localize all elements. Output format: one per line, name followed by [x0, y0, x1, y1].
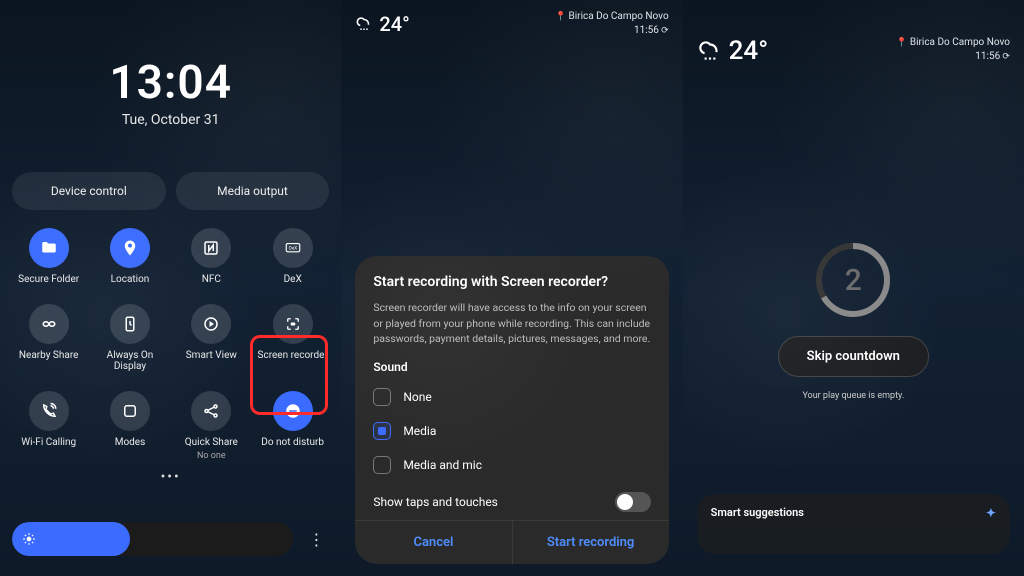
- svg-text:DeX: DeX: [289, 246, 297, 252]
- tile-label: Nearby Share: [19, 350, 79, 362]
- taps-toggle[interactable]: [615, 492, 651, 512]
- tile-do-not-disturb[interactable]: Do not disturb: [256, 391, 329, 462]
- modes-icon: [121, 402, 139, 420]
- tile-label: DeX: [284, 274, 302, 286]
- tile-label: Screen recorder: [258, 350, 328, 362]
- taps-toggle-label: Show taps and touches: [373, 495, 498, 509]
- tile-label: Always On Display: [93, 350, 166, 373]
- more-menu-button[interactable]: ⋮: [303, 526, 329, 552]
- queue-empty-label: Your play queue is empty.: [802, 391, 904, 401]
- tile-sublabel: No one: [197, 451, 226, 461]
- skip-countdown-button[interactable]: Skip countdown: [778, 336, 929, 377]
- tile-label: Do not disturb: [261, 437, 324, 449]
- card-title: Smart suggestions: [711, 506, 804, 520]
- progress-ring-icon: [813, 240, 893, 320]
- sound-option-media[interactable]: Media: [373, 414, 650, 448]
- clock-time: 13:04: [0, 56, 341, 110]
- location-city: Birica Do Campo Novo: [896, 36, 1010, 50]
- start-recording-button[interactable]: Start recording: [513, 521, 669, 564]
- location-time: 11:56: [555, 24, 669, 38]
- tile-smart-view[interactable]: Smart View: [175, 304, 248, 373]
- sound-section-label: Sound: [373, 360, 650, 374]
- radio-selected-icon: [373, 422, 391, 440]
- tile-label: Quick Share: [185, 437, 238, 449]
- tile-label: Wi-Fi Calling: [21, 437, 76, 449]
- location-city: Birica Do Campo Novo: [555, 10, 669, 24]
- tile-label: NFC: [202, 274, 221, 286]
- tile-dex[interactable]: DeX DeX: [256, 228, 329, 286]
- phone-countdown: 24° Birica Do Campo Novo 11:56 2 Skip co…: [683, 0, 1024, 576]
- phone-quick-settings: 13:04 Tue, October 31 Device control Med…: [0, 0, 341, 576]
- tile-label: Modes: [115, 437, 146, 449]
- cloud-rain-icon: [355, 15, 373, 33]
- cancel-button[interactable]: Cancel: [355, 521, 511, 564]
- quick-share-icon: [202, 402, 220, 420]
- smart-view-icon: [202, 315, 220, 333]
- sparkle-icon: ✦: [986, 506, 996, 520]
- page-indicator: •••: [0, 469, 341, 485]
- do-not-disturb-icon: [284, 402, 302, 420]
- location-pin-icon: [121, 239, 139, 257]
- tile-modes[interactable]: Modes: [93, 391, 166, 462]
- brightness-slider[interactable]: [12, 522, 293, 556]
- phone-recorder-dialog: 24° Birica Do Campo Novo 11:56 Start rec…: [341, 0, 682, 576]
- always-on-display-icon: [121, 315, 139, 333]
- tile-quick-share[interactable]: Quick Share No one: [175, 391, 248, 462]
- weather-widget[interactable]: 24°: [355, 10, 409, 37]
- weather-widget[interactable]: 24°: [697, 36, 769, 66]
- nfc-icon: [202, 239, 220, 257]
- wifi-calling-icon: [40, 402, 58, 420]
- tile-secure-folder[interactable]: Secure Folder: [12, 228, 85, 286]
- clock: 13:04 Tue, October 31: [0, 56, 341, 128]
- countdown-ring: 2: [813, 240, 893, 320]
- sound-option-none[interactable]: None: [373, 380, 650, 414]
- nearby-share-icon: [40, 315, 58, 333]
- option-label: Media: [403, 424, 436, 438]
- option-label: Media and mic: [403, 458, 482, 472]
- tile-screen-recorder[interactable]: Screen recorder: [256, 304, 329, 373]
- tile-label: Location: [111, 274, 150, 286]
- media-output-button[interactable]: Media output: [176, 172, 330, 210]
- tile-location[interactable]: Location: [93, 228, 166, 286]
- cloud-rain-icon: [697, 38, 723, 64]
- tile-always-on-display[interactable]: Always On Display: [93, 304, 166, 373]
- quick-settings-grid: Secure Folder Location NFC DeX DeX Nearb…: [0, 210, 341, 467]
- dialog-body: Screen recorder will have access to the …: [373, 300, 650, 346]
- location-time: 11:56: [896, 50, 1010, 64]
- folder-icon: [40, 239, 58, 257]
- clock-date: Tue, October 31: [0, 112, 341, 128]
- tile-label: Smart View: [186, 350, 237, 362]
- sound-option-media-mic[interactable]: Media and mic: [373, 448, 650, 482]
- tile-wifi-calling[interactable]: Wi-Fi Calling: [12, 391, 85, 462]
- tile-nfc[interactable]: NFC: [175, 228, 248, 286]
- dex-icon: DeX: [284, 239, 302, 257]
- tile-label: Secure Folder: [18, 274, 79, 286]
- option-label: None: [403, 390, 431, 404]
- temperature-value: 24°: [379, 12, 409, 36]
- temperature-value: 24°: [729, 36, 769, 66]
- smart-suggestions-card[interactable]: Smart suggestions ✦: [697, 494, 1010, 554]
- radio-icon: [373, 456, 391, 474]
- tile-nearby-share[interactable]: Nearby Share: [12, 304, 85, 373]
- brightness-icon: [22, 532, 36, 546]
- screen-recorder-icon: [284, 315, 302, 333]
- dialog-title: Start recording with Screen recorder?: [373, 274, 650, 290]
- radio-icon: [373, 388, 391, 406]
- screen-recorder-dialog: Start recording with Screen recorder? Sc…: [355, 256, 668, 564]
- device-control-button[interactable]: Device control: [12, 172, 166, 210]
